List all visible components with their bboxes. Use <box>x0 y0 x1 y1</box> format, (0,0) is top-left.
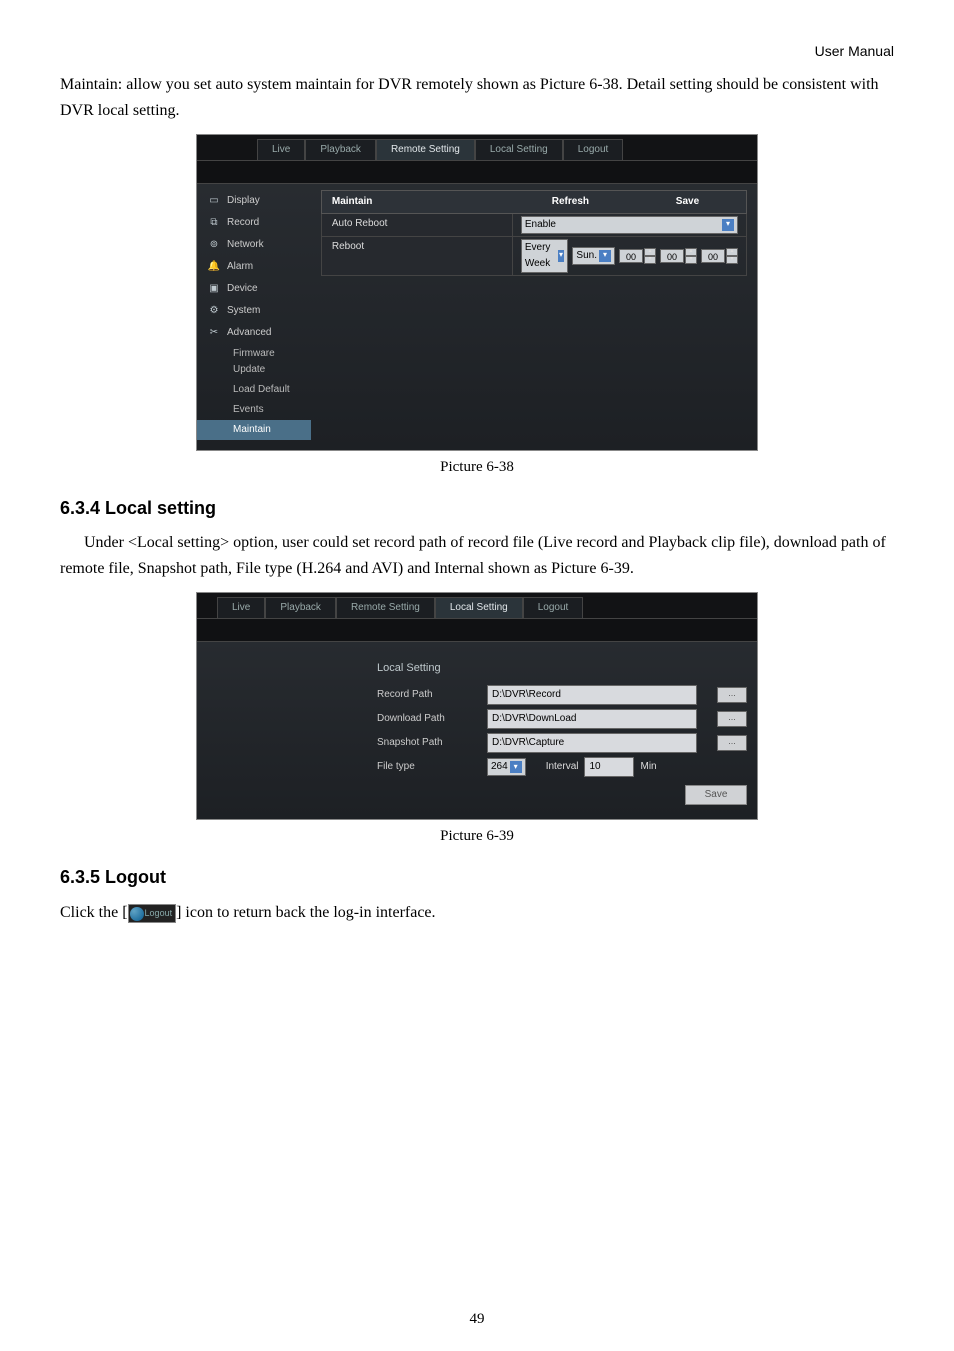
gear-icon: ⚙ <box>207 304 221 318</box>
label-file-type: File type <box>377 759 467 775</box>
row-label-reboot: Reboot <box>322 237 513 275</box>
top-tabs: Live Playback Remote Setting Local Setti… <box>197 135 757 160</box>
chevron-down-icon: ▾ <box>558 250 565 262</box>
network-icon: ⊚ <box>207 238 221 252</box>
spinner-sec[interactable]: 00▴▾ <box>701 248 738 264</box>
sidebar-item-alarm[interactable]: 🔔 Alarm <box>197 256 311 278</box>
tab-logout[interactable]: Logout <box>523 597 584 618</box>
panel-title-local: Local Setting <box>377 660 747 678</box>
select-file-type[interactable]: 264▾ <box>487 758 526 776</box>
browse-button[interactable]: … <box>717 711 747 727</box>
select-interval[interactable]: Every Week▾ <box>521 239 569 273</box>
save-button[interactable]: Save <box>629 191 746 213</box>
spinner-min[interactable]: 00▴▾ <box>660 248 697 264</box>
sub-firmware-update[interactable]: Firmware Update <box>197 344 311 380</box>
logout-icon: Logout <box>128 904 177 923</box>
spin-value: 00 <box>619 249 643 263</box>
page-number: 49 <box>0 1307 954 1331</box>
tab-live[interactable]: Live <box>217 597 265 618</box>
chevron-down-icon: ▾ <box>599 250 611 262</box>
sidebar-item-device[interactable]: ▣ Device <box>197 278 311 300</box>
sidebar-label: Network <box>227 237 264 253</box>
caption-6-38: Picture 6-38 <box>60 455 894 479</box>
device-icon: ▣ <box>207 282 221 296</box>
page-header: User Manual <box>60 40 894 62</box>
refresh-button[interactable]: Refresh <box>512 191 629 213</box>
main-panel: Maintain Refresh Save Auto Reboot Enable… <box>311 184 757 450</box>
para-local: Under <Local setting> option, user could… <box>60 530 894 581</box>
label-download-path: Download Path <box>377 711 467 727</box>
tab-remote-setting[interactable]: Remote Setting <box>336 597 435 618</box>
input-interval[interactable]: 10 <box>584 757 634 777</box>
spin-down-icon[interactable]: ▾ <box>644 256 656 264</box>
chevron-down-icon: ▾ <box>722 219 734 231</box>
sub-maintain[interactable]: Maintain <box>197 420 311 440</box>
select-value: Every Week <box>525 240 556 272</box>
spin-value: 00 <box>701 249 725 263</box>
sidebar-item-system[interactable]: ⚙ System <box>197 300 311 322</box>
sidebar-item-advanced[interactable]: ✂ Advanced <box>197 322 311 344</box>
monitor-icon: ▭ <box>207 194 221 208</box>
screenshot-local-setting: Live Playback Remote Setting Local Setti… <box>196 592 758 821</box>
sidebar-item-display[interactable]: ▭ Display <box>197 190 311 212</box>
sidebar-label: Alarm <box>227 259 253 275</box>
row-label-auto-reboot: Auto Reboot <box>322 214 513 236</box>
spinner-hour[interactable]: 00▴▾ <box>619 248 656 264</box>
text-fragment: ] icon to return back the log-in interfa… <box>176 904 435 921</box>
select-value: 264 <box>491 759 508 775</box>
spin-value: 00 <box>660 249 684 263</box>
tab-playback[interactable]: Playback <box>305 139 376 160</box>
tab-local-setting[interactable]: Local Setting <box>435 597 523 618</box>
top-tabs-2: Live Playback Remote Setting Local Setti… <box>197 593 757 618</box>
label-record-path: Record Path <box>377 687 467 703</box>
tab-live[interactable]: Live <box>257 139 305 160</box>
intro-paragraph: Maintain: allow you set auto system main… <box>60 72 894 123</box>
sidebar-label: Record <box>227 215 259 231</box>
sidebar-label: Advanced <box>227 325 271 341</box>
para-logout: Click the [ Logout] icon to return back t… <box>60 900 894 926</box>
heading-local-setting: 6.3.4 Local setting <box>60 494 894 523</box>
panel-title: Maintain <box>322 191 512 213</box>
tab-remote-setting[interactable]: Remote Setting <box>376 139 475 160</box>
caption-6-39: Picture 6-39 <box>60 824 894 848</box>
label-snapshot-path: Snapshot Path <box>377 735 467 751</box>
input-snapshot-path[interactable]: D:\DVR\Capture <box>487 733 697 753</box>
sidebar-label: Device <box>227 281 258 297</box>
tools-icon: ✂ <box>207 326 221 340</box>
bell-icon: 🔔 <box>207 260 221 274</box>
input-record-path[interactable]: D:\DVR\Record <box>487 685 697 705</box>
power-icon <box>130 907 144 921</box>
browse-button[interactable]: … <box>717 687 747 703</box>
tab-playback[interactable]: Playback <box>265 597 336 618</box>
input-download-path[interactable]: D:\DVR\DownLoad <box>487 709 697 729</box>
chevron-down-icon: ▾ <box>510 761 522 773</box>
tab-logout[interactable]: Logout <box>563 139 624 160</box>
sidebar-item-record[interactable]: ⧉ Record <box>197 212 311 234</box>
sidebar-label: Display <box>227 193 260 209</box>
sidebar-item-network[interactable]: ⊚ Network <box>197 234 311 256</box>
logout-label: Logout <box>145 908 173 918</box>
sidebar: ▭ Display ⧉ Record ⊚ Network 🔔 Alarm ▣ Device… <box>197 184 311 450</box>
tab-local-setting[interactable]: Local Setting <box>475 139 563 160</box>
spin-down-icon[interactable]: ▾ <box>726 256 738 264</box>
record-icon: ⧉ <box>207 216 221 230</box>
sub-events[interactable]: Events <box>197 400 311 420</box>
text-fragment: Click the [ <box>60 904 128 921</box>
sub-load-default[interactable]: Load Default <box>197 380 311 400</box>
label-interval: Interval <box>546 759 579 775</box>
select-auto-reboot[interactable]: Enable ▾ <box>521 216 738 234</box>
select-value: Enable <box>525 217 556 233</box>
save-button[interactable]: Save <box>685 785 747 805</box>
select-value: Sun. <box>576 248 597 264</box>
browse-button[interactable]: … <box>717 735 747 751</box>
screenshot-maintain: Live Playback Remote Setting Local Setti… <box>196 134 758 451</box>
sidebar-label: System <box>227 303 260 319</box>
label-min: Min <box>640 759 656 775</box>
heading-logout: 6.3.5 Logout <box>60 863 894 892</box>
select-day[interactable]: Sun.▾ <box>572 247 615 265</box>
spin-down-icon[interactable]: ▾ <box>685 256 697 264</box>
